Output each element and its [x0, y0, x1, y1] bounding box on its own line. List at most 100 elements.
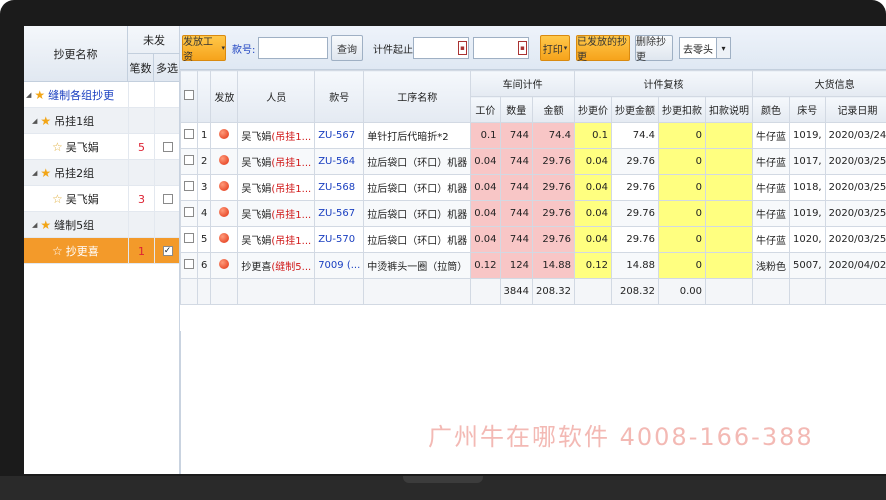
release-status-cell[interactable] — [210, 122, 239, 149]
row-select-cell[interactable] — [180, 174, 198, 201]
record-date-header[interactable]: 记录日期 — [824, 96, 886, 123]
table-row[interactable]: 3 吴飞娟(吊挂1... ZU-568 拉后袋口（环口）机器 0.04 744 29.76 0… — [180, 174, 886, 201]
style-input[interactable] — [258, 37, 328, 59]
date-to-field[interactable]: ▪ — [473, 37, 529, 59]
copy-deduct-header[interactable]: 抄更扣款 — [657, 96, 706, 123]
row-select-cell[interactable] — [180, 200, 198, 227]
row-select-cell[interactable] — [180, 226, 198, 253]
calendar-icon[interactable]: ▪ — [518, 41, 527, 55]
expand-toggle-icon[interactable]: ◢ — [26, 91, 31, 99]
table-row[interactable]: 4 吴飞娟(吊挂1... ZU-567 拉后袋口（环口）机器 0.04 744 29.76 0… — [180, 200, 886, 227]
amount-cell: 29.76 — [531, 174, 575, 201]
print-button[interactable]: 打印 ▾ — [540, 35, 570, 61]
row-select-cell[interactable] — [180, 148, 198, 175]
row-select-cell[interactable] — [180, 252, 198, 279]
style-link[interactable]: ZU-570 — [314, 226, 365, 253]
copy-deduct-cell[interactable]: 0 — [657, 148, 706, 175]
release-status-cell[interactable] — [210, 174, 239, 201]
deduct-note-cell[interactable] — [704, 122, 753, 149]
qty-header[interactable]: 数量 — [499, 96, 533, 123]
tree-item[interactable]: ☆ 吴飞娟 5 — [24, 134, 179, 160]
style-link[interactable]: ZU-568 — [314, 174, 365, 201]
copy-deduct-cell[interactable]: 0 — [657, 174, 706, 201]
table-row[interactable]: 1 吴飞娟(吊挂1... ZU-567 单针打后代暗折*2 0.1 744 74.4 0.1 7… — [180, 122, 886, 149]
select-all-header[interactable] — [180, 70, 198, 123]
copy-deduct-cell[interactable]: 0 — [657, 226, 706, 253]
expand-toggle-icon[interactable]: ◢ — [32, 169, 37, 177]
select-all-checkbox[interactable] — [184, 90, 194, 100]
style-link[interactable]: ZU-564 — [314, 148, 365, 175]
tree-item[interactable]: ◢ ★ 缝制5组 — [24, 212, 179, 238]
copy-price-cell[interactable]: 0.1 — [573, 122, 612, 149]
release-status-cell[interactable] — [210, 252, 239, 279]
release-status-cell[interactable] — [210, 200, 239, 227]
divider — [180, 331, 181, 474]
person-cell[interactable]: 吴飞娟(吊挂1... — [237, 148, 316, 175]
copy-deduct-cell[interactable]: 0 — [657, 122, 706, 149]
price-header[interactable]: 工价 — [470, 96, 501, 123]
expand-toggle-icon[interactable]: ◢ — [32, 117, 37, 125]
copy-deduct-cell[interactable]: 0 — [657, 252, 706, 279]
deduct-note-cell[interactable] — [704, 226, 753, 253]
multi-select-checkbox[interactable]: ✓ — [162, 246, 173, 256]
copy-price-cell[interactable]: 0.04 — [573, 148, 612, 175]
style-link[interactable]: ZU-567 — [314, 122, 365, 149]
row-number: 1 — [196, 122, 212, 149]
person-header[interactable]: 人员 — [237, 70, 316, 123]
row-checkbox[interactable] — [184, 181, 194, 191]
tree-item[interactable]: ☆ 吴飞娟 3 — [24, 186, 179, 212]
row-checkbox[interactable] — [184, 155, 194, 165]
deduct-note-cell[interactable] — [704, 174, 753, 201]
row-checkbox[interactable] — [184, 233, 194, 243]
calendar-icon[interactable]: ▪ — [458, 41, 467, 55]
multi-select-checkbox[interactable] — [162, 142, 173, 152]
delete-record-button[interactable]: 删除抄更 — [635, 35, 673, 63]
deduct-note-cell[interactable] — [704, 200, 753, 227]
copy-price-cell[interactable]: 0.12 — [573, 252, 612, 279]
release-status-cell[interactable] — [210, 226, 239, 253]
copy-price-cell[interactable]: 0.04 — [573, 200, 612, 227]
color-header[interactable]: 颜色 — [751, 96, 790, 123]
copy-deduct-cell[interactable]: 0 — [657, 200, 706, 227]
person-cell[interactable]: 吴飞娟(吊挂1... — [237, 200, 316, 227]
release-status-cell[interactable] — [210, 148, 239, 175]
copy-price-cell[interactable]: 0.04 — [573, 226, 612, 253]
person-cell[interactable]: 抄更喜(缝制5... — [237, 252, 316, 279]
style-link[interactable]: 7009 (... — [314, 252, 365, 279]
row-checkbox[interactable] — [184, 259, 194, 269]
table-row[interactable]: 2 吴飞娟(吊挂1... ZU-564 拉后袋口（环口）机器 0.04 744 29.76 0… — [180, 148, 886, 175]
amount-header[interactable]: 金额 — [531, 96, 575, 123]
tree-item[interactable]: ◢ ★ 吊挂2组 — [24, 160, 179, 186]
bed-header[interactable]: 床号 — [788, 96, 826, 123]
person-cell[interactable]: 吴飞娟(吊挂1... — [237, 174, 316, 201]
table-row[interactable]: 6 抄更喜(缝制5... 7009 (... 中烫裤头一圈（拉筒） 0.12 124 14.… — [180, 252, 886, 279]
tree-item[interactable]: ☆ 抄更喜 1 ✓ — [24, 238, 179, 264]
release-header[interactable]: 发放 — [210, 70, 239, 123]
process-header[interactable]: 工序名称 — [363, 70, 472, 123]
person-name: 吴飞娟 — [241, 184, 272, 195]
pay-wages-button[interactable]: 发放工资 ▾ — [182, 35, 226, 63]
row-select-cell[interactable] — [180, 122, 198, 149]
rounding-select[interactable]: 去零头 ▾ — [679, 37, 731, 59]
tree-item[interactable]: ◢ ★ 缝制各组抄更 — [24, 82, 179, 108]
sent-records-button[interactable]: 已发放的抄更 — [576, 35, 630, 63]
date-from-field[interactable]: ▪ — [413, 37, 469, 59]
query-button[interactable]: 查询 — [331, 35, 363, 61]
deduct-note-cell[interactable] — [704, 148, 753, 175]
copy-price-header[interactable]: 抄更价 — [573, 96, 612, 123]
person-cell[interactable]: 吴飞娟(吊挂1... — [237, 226, 316, 253]
row-checkbox[interactable] — [184, 129, 194, 139]
person-cell[interactable]: 吴飞娟(吊挂1... — [237, 122, 316, 149]
multi-select-checkbox[interactable] — [162, 194, 173, 204]
expand-toggle-icon[interactable]: ◢ — [32, 221, 37, 229]
copy-amount-header[interactable]: 抄更金额 — [610, 96, 659, 123]
row-checkbox[interactable] — [184, 207, 194, 217]
style-link[interactable]: ZU-567 — [314, 200, 365, 227]
chevron-down-icon[interactable]: ▾ — [716, 38, 730, 58]
copy-price-cell[interactable]: 0.04 — [573, 174, 612, 201]
table-row[interactable]: 5 吴飞娟(吊挂1... ZU-570 拉后袋口（环口）机器 0.04 744 29.76 0… — [180, 226, 886, 253]
style-header[interactable]: 款号 — [314, 70, 365, 123]
deduct-note-cell[interactable] — [704, 252, 753, 279]
deduct-note-header[interactable]: 扣款说明 — [704, 96, 753, 123]
tree-item[interactable]: ◢ ★ 吊挂1组 — [24, 108, 179, 134]
